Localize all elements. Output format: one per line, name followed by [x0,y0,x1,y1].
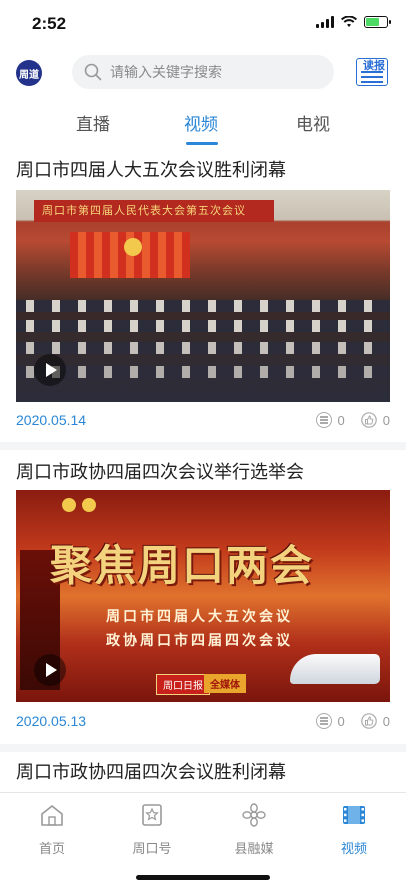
train-image [290,654,380,684]
emblem-icon [124,238,142,256]
card-meta: 2020.05.13 0 0 [16,713,390,733]
wifi-icon [341,16,357,27]
video-title[interactable]: 周口市四届人大五次会议胜利闭幕 [16,156,286,182]
search-bar[interactable] [72,55,334,89]
newspaper-logo: 周口日报 [156,674,210,695]
like-count: 0 [382,713,390,729]
home-icon [41,805,63,826]
star-badge-icon [142,804,162,826]
tab-live[interactable]: 直播 [76,110,110,135]
search-input[interactable] [110,64,310,80]
divider [0,744,406,752]
read-paper-button[interactable]: 读报 [356,58,388,86]
card-meta: 2020.05.14 0 0 [16,412,390,432]
status-icons [316,16,391,28]
like-count: 0 [382,412,390,428]
status-bar: 2:52 [0,0,406,48]
comment-count: 0 [337,713,345,729]
publish-date: 2020.05.14 [16,412,87,428]
media-logo: 全媒体 [204,674,246,693]
top-header: 周道 读报 [0,50,406,94]
video-title[interactable]: 周口市政协四届四次会议举行选举会 [16,458,304,484]
video-title[interactable]: 周口市政协四届四次会议胜利闭幕 [16,758,286,784]
nav-label: 周口号 [132,841,172,856]
play-icon[interactable] [34,354,66,386]
video-icon [343,806,365,824]
nav-label: 首页 [38,841,65,856]
publish-date: 2020.05.13 [16,713,87,729]
thumbnail-banner-text: 周口市第四届人民代表大会第五次会议 [34,200,274,222]
emblem-icon [62,498,76,512]
nav-label: 视频 [340,841,367,856]
like-icon[interactable] [360,713,377,729]
tab-tv[interactable]: 电视 [296,110,330,135]
comment-icon[interactable] [315,412,332,428]
video-thumbnail[interactable]: 周口市第四届人民代表大会第五次会议 [16,190,390,402]
nav-zhoukou-hao[interactable]: 周口号 [112,803,192,857]
like-icon[interactable] [360,412,377,428]
comment-count: 0 [337,412,345,428]
status-time: 2:52 [32,14,67,33]
battery-icon [364,16,391,28]
video-thumbnail[interactable]: 聚焦周口两会 周口市四届人大五次会议 政协周口市四届四次会议 周口日报 全媒体 [16,490,390,702]
signal-icon [316,16,334,28]
channel-tabs: 直播 视频 电视 [0,104,406,145]
nav-label: 县融媒 [234,841,274,856]
thumbnail-title-text: 聚焦周口两会 [50,542,315,589]
bottom-nav: 首页 周口号 县融媒 视频 [0,792,406,888]
flower-icon [242,803,266,827]
play-icon[interactable] [34,654,66,686]
comment-icon[interactable] [315,713,332,729]
search-icon [84,63,102,81]
nav-home[interactable]: 首页 [12,803,92,857]
tab-video[interactable]: 视频 [184,110,218,135]
active-tab-indicator [186,142,218,145]
nav-county-media[interactable]: 县融媒 [214,803,294,857]
app-logo[interactable]: 周道 [16,60,42,86]
nav-video[interactable]: 视频 [314,803,394,857]
home-indicator[interactable] [136,875,270,880]
thumbnail-subtitle-1: 周口市四届人大五次会议 [106,608,293,624]
divider [0,442,406,450]
thumbnail-subtitle-2: 政协周口市四届四次会议 [106,632,293,648]
